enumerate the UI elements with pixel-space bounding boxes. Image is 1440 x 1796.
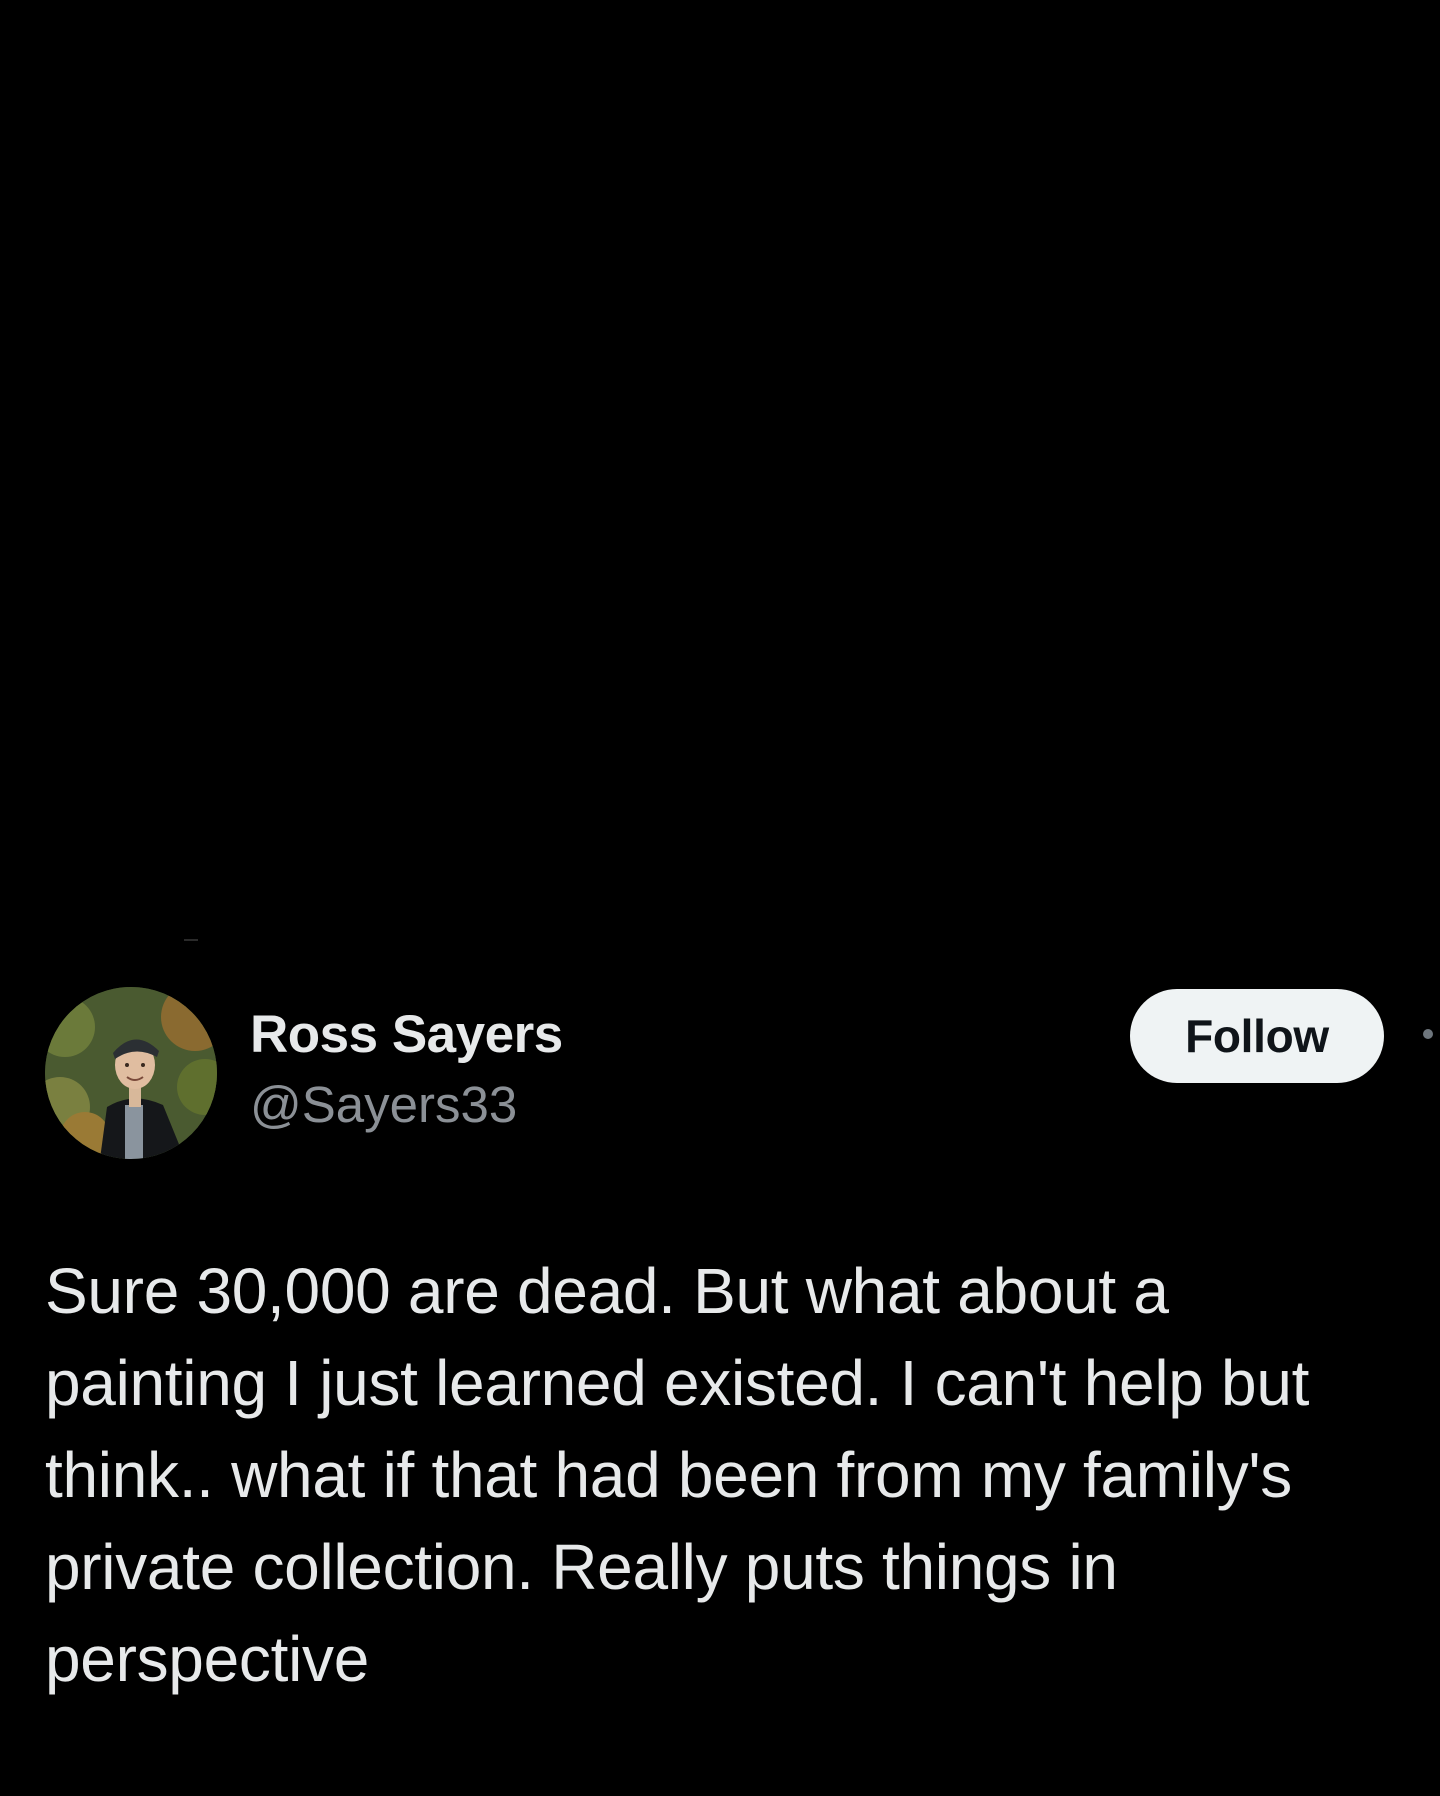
author-handle[interactable]: @Sayers33 xyxy=(250,1075,517,1134)
more-options-icon[interactable] xyxy=(1423,1029,1433,1039)
author-display-name[interactable]: Ross Sayers xyxy=(250,1004,563,1065)
tweet-text: Sure 30,000 are dead. But what about a p… xyxy=(45,1255,1310,1695)
divider xyxy=(184,939,198,941)
profile-photo-icon xyxy=(45,987,217,1159)
avatar[interactable] xyxy=(45,987,217,1159)
tweet: Ross Sayers @Sayers33 Follow Sure 30,000… xyxy=(0,980,1440,1796)
follow-button[interactable]: Follow xyxy=(1130,989,1384,1083)
media-area xyxy=(0,0,1440,940)
